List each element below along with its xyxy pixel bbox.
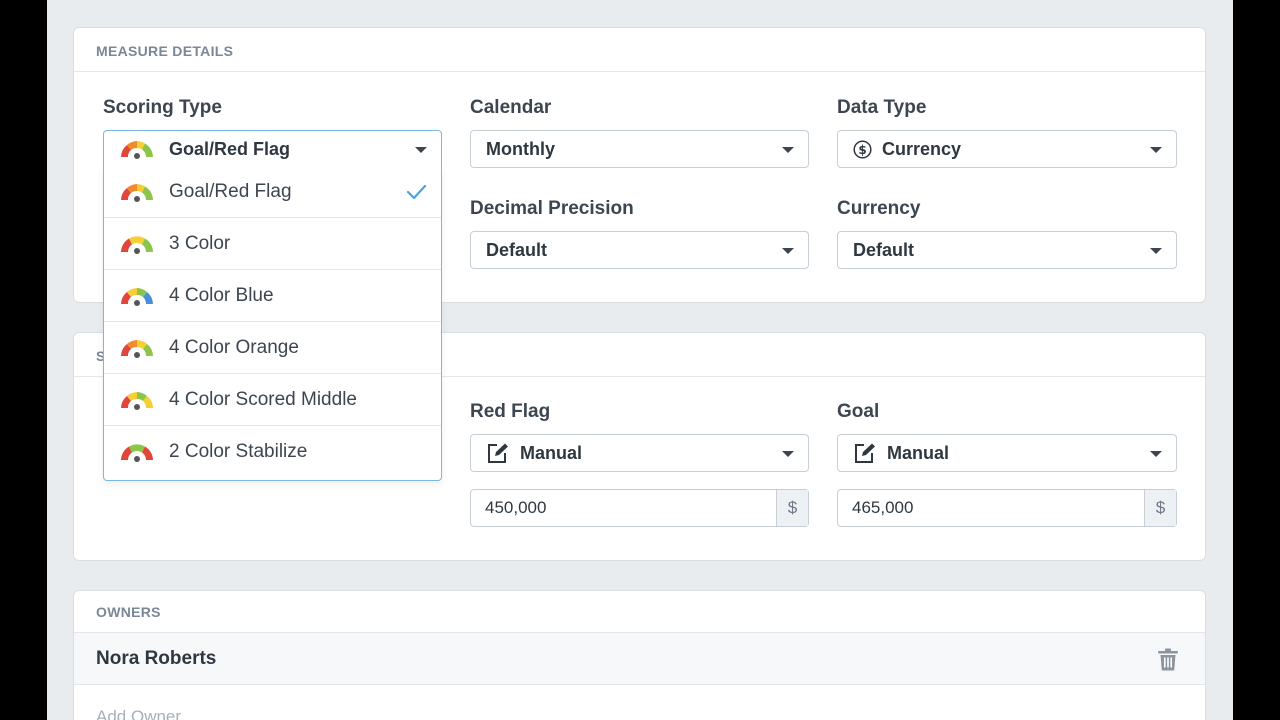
decimal-precision-value: Default bbox=[486, 239, 548, 260]
data-type-label: Data Type bbox=[837, 97, 927, 118]
4-color-scored-middle-gauge-icon bbox=[121, 391, 153, 410]
dollar-circle-icon: $ bbox=[853, 139, 872, 159]
dropdown-item-goal-red-flag[interactable]: Goal/Red Flag bbox=[104, 166, 441, 218]
scoring-type-dropdown: Goal/Red Flag 3 Color 4 Color Blue 4 Col… bbox=[103, 166, 442, 481]
4-color-orange-gauge-icon bbox=[121, 339, 153, 358]
3-color-gauge-icon bbox=[121, 235, 153, 254]
dropdown-item-4-color-blue[interactable]: 4 Color Blue bbox=[104, 270, 441, 322]
scoring-type-value: Goal/Red Flag bbox=[169, 138, 291, 159]
goal-label: Goal bbox=[837, 401, 880, 422]
chevron-down-icon bbox=[782, 248, 794, 254]
currency-label: Currency bbox=[837, 198, 921, 219]
currency-select[interactable]: Default bbox=[837, 231, 1177, 269]
dropdown-item-label: 3 Color bbox=[169, 232, 231, 254]
dropdown-item-label: 4 Color Scored Middle bbox=[169, 388, 357, 410]
chevron-down-icon bbox=[1150, 147, 1162, 153]
dropdown-item-label: 4 Color Blue bbox=[169, 284, 274, 306]
red-flag-mode-value: Manual bbox=[520, 442, 583, 463]
red-flag-value[interactable]: 450,000 bbox=[471, 490, 776, 526]
owner-name: Nora Roberts bbox=[96, 647, 217, 669]
checkmark-icon bbox=[406, 184, 427, 200]
measure-details-header: MEASURE DETAILS bbox=[74, 28, 1205, 72]
calendar-select[interactable]: Monthly bbox=[470, 130, 809, 168]
goal-red-flag-gauge-icon bbox=[121, 183, 153, 202]
data-type-value: Currency bbox=[882, 138, 962, 159]
dropdown-item-label: 2 Color Stabilize bbox=[169, 441, 308, 462]
2-color-stabilize-gauge-icon bbox=[121, 444, 153, 462]
svg-text:$: $ bbox=[858, 143, 866, 157]
dropdown-item-3-color[interactable]: 3 Color bbox=[104, 218, 441, 270]
edit-icon bbox=[486, 442, 510, 464]
currency-addon: $ bbox=[1144, 490, 1176, 526]
chevron-down-icon bbox=[1150, 248, 1162, 254]
decimal-precision-select[interactable]: Default bbox=[470, 231, 809, 269]
data-type-select[interactable]: $ Currency bbox=[837, 130, 1177, 168]
decimal-precision-label: Decimal Precision bbox=[470, 198, 634, 219]
goal-value-input[interactable]: 465,000 $ bbox=[837, 489, 1177, 527]
currency-value: Default bbox=[853, 239, 915, 260]
page: MEASURE DETAILS Scoring Type Goal/Red Fl… bbox=[47, 0, 1233, 720]
chevron-down-icon bbox=[415, 147, 427, 153]
dropdown-item-label: Goal/Red Flag bbox=[169, 180, 292, 202]
dropdown-item-4-color-scored-middle[interactable]: 4 Color Scored Middle bbox=[104, 374, 441, 426]
chevron-down-icon bbox=[782, 147, 794, 153]
edit-icon bbox=[853, 442, 877, 464]
owners-header: OWNERS bbox=[74, 591, 1205, 633]
red-flag-label: Red Flag bbox=[470, 401, 551, 422]
red-flag-value-input[interactable]: 450,000 $ bbox=[470, 489, 809, 527]
4-color-blue-gauge-icon bbox=[121, 287, 153, 306]
calendar-value: Monthly bbox=[486, 138, 555, 159]
goal-mode-select[interactable]: Manual bbox=[837, 434, 1177, 472]
calendar-label: Calendar bbox=[470, 97, 552, 118]
dropdown-item-2-color-stabilize[interactable]: 2 Color Stabilize bbox=[104, 426, 441, 478]
add-owner-input[interactable]: Add Owner bbox=[74, 685, 1205, 720]
owner-row: Nora Roberts bbox=[74, 633, 1205, 685]
goal-red-flag-gauge-icon bbox=[121, 141, 153, 159]
dropdown-item-4-color-orange[interactable]: 4 Color Orange bbox=[104, 322, 441, 374]
dropdown-item-label: 4 Color Orange bbox=[169, 336, 299, 358]
owners-card: OWNERS Nora Roberts Add Owner bbox=[73, 590, 1206, 720]
chevron-down-icon bbox=[782, 451, 794, 457]
currency-addon: $ bbox=[776, 490, 808, 526]
goal-mode-value: Manual bbox=[887, 442, 950, 463]
goal-value[interactable]: 465,000 bbox=[838, 490, 1144, 526]
scoring-type-label: Scoring Type bbox=[103, 97, 222, 118]
scoring-type-select[interactable]: Goal/Red Flag bbox=[103, 130, 442, 168]
red-flag-mode-select[interactable]: Manual bbox=[470, 434, 809, 472]
chevron-down-icon bbox=[1150, 451, 1162, 457]
trash-icon[interactable] bbox=[1157, 648, 1179, 672]
